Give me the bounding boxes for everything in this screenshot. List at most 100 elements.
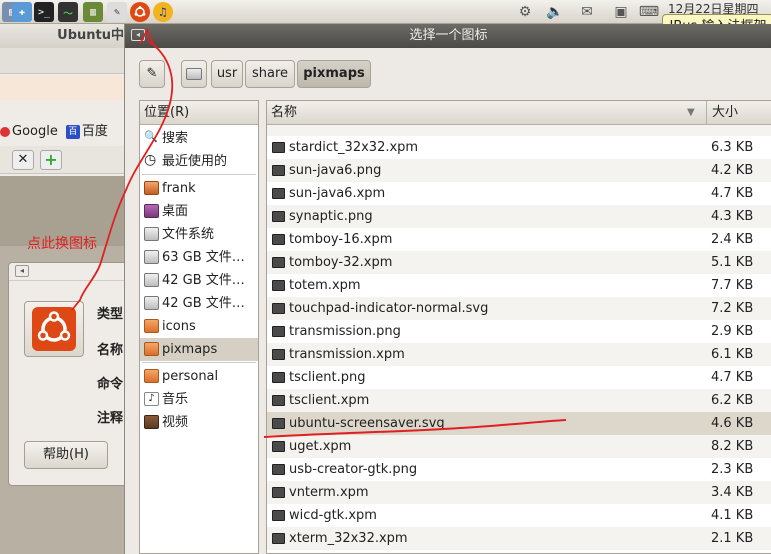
image-file-icon [272,441,285,452]
add-tab-icon[interactable]: + [40,150,62,170]
path-root-button[interactable] [181,60,207,88]
image-file-icon [272,188,285,199]
path-usr-button[interactable]: usr [211,60,243,88]
file-size: 2.1 KB [711,531,754,546]
bookmarks-bar: Google 百百度 [0,120,126,142]
place-item-label: 42 GB 文件… [162,273,245,288]
file-size: 7.7 KB [711,278,754,293]
places-header[interactable]: 位置(R) [140,101,258,125]
place-item[interactable]: 42 GB 文件… [140,269,258,292]
window-menu-icon[interactable]: ◂ [131,29,145,41]
place-item[interactable]: frank [140,177,258,200]
network-icon[interactable]: ✚ [12,2,32,22]
place-item[interactable]: ◷ 最近使用的 [140,150,258,173]
comment-label: 注释 [97,411,124,426]
drive-icon [144,273,159,287]
file-row[interactable]: tomboy-32.xpm 5.1 KB [267,251,771,274]
window-menu-icon[interactable]: ◂ [15,265,29,277]
path-share-button[interactable]: share [245,60,295,88]
place-item[interactable]: 桌面 [140,200,258,223]
image-file-icon [272,487,285,498]
text-editor-icon[interactable]: ▥ [83,2,103,22]
place-item-label: icons [162,319,196,334]
place-item[interactable]: 63 GB 文件… [140,246,258,269]
file-row[interactable]: ubuntu-screensaver.svg 4.6 KB [267,412,771,435]
place-item[interactable]: pixmaps [140,338,258,361]
volume-icon[interactable]: 🔈 [546,3,564,21]
terminal-icon[interactable]: >_ [34,2,54,22]
drive-icon [144,296,159,310]
file-size: 8.2 KB [711,439,754,454]
top-panel: ▤ ✚ >_ 〜 ▥ ✎ ♫ ⚙ 🔈 ✉ ▣ ⌨ 12月22日星期四 IBus … [0,0,771,40]
harddisk-icon [186,68,202,80]
system-monitor-icon[interactable]: 〜 [58,2,78,22]
bookmark-google[interactable]: Google [12,124,58,139]
file-size: 4.3 KB [711,209,754,224]
folder-icon [144,369,159,383]
bookmark-baidu[interactable]: 百度 [82,124,108,139]
file-row[interactable]: tsclient.png 4.7 KB [267,366,771,389]
place-item[interactable]: icons [140,315,258,338]
file-name: synaptic.png [289,209,373,224]
image-file-icon [272,257,285,268]
place-item[interactable]: 视频 [140,411,258,434]
network-status-icon[interactable]: ▣ [612,3,630,21]
file-row[interactable]: sun-java6.png 4.2 KB [267,159,771,182]
launcher-icon-button[interactable] [24,301,84,357]
file-row[interactable]: xterm_32x32.xpm 2.1 KB [267,527,771,550]
place-item-label: pixmaps [162,342,218,357]
places-separator [142,362,256,363]
file-row[interactable]: touchpad-indicator-normal.svg 7.2 KB [267,297,771,320]
place-item-label: 桌面 [162,204,189,219]
image-file-icon [272,464,285,475]
file-row[interactable]: synaptic.png 4.3 KB [267,205,771,228]
launcher-titlebar: ◂ [9,263,137,281]
file-name: uget.xpm [289,439,352,454]
place-item[interactable]: personal [140,365,258,388]
place-item[interactable]: 42 GB 文件… [140,292,258,315]
file-row[interactable]: transmission.png 2.9 KB [267,320,771,343]
keyboard-icon[interactable]: ⌨ [639,3,659,21]
file-row[interactable]: uget.xpm 8.2 KB [267,435,771,458]
file-name: sun-java6.png [289,163,382,178]
editor-icon[interactable]: ✎ [107,2,127,22]
place-item[interactable]: 🔍 搜索 [140,127,258,150]
help-button[interactable]: 帮助(H) [24,441,108,469]
file-row[interactable]: stardict_32x32.xpm 6.3 KB [267,136,771,159]
file-row[interactable]: transmission.xpm 6.1 KB [267,343,771,366]
place-item[interactable]: ♪ 音乐 [140,388,258,411]
image-file-icon [272,372,285,383]
ubuntu-logo-icon[interactable] [130,2,150,22]
image-file-icon [272,510,285,521]
file-row[interactable]: vnterm.xpm 3.4 KB [267,481,771,504]
file-row[interactable]: totem.xpm 7.7 KB [267,274,771,297]
file-row[interactable]: tomboy-16.xpm 2.4 KB [267,228,771,251]
place-item-label: 63 GB 文件… [162,250,245,265]
file-name: touchpad-indicator-normal.svg [289,301,489,316]
column-header-name[interactable]: 名称 [267,101,707,125]
accessibility-icon[interactable]: ⚙ [516,3,534,21]
place-item-label: 42 GB 文件… [162,296,245,311]
background-banner [0,76,126,100]
file-row[interactable]: tsclient.xpm 6.2 KB [267,389,771,412]
close-tab-icon[interactable]: ✕ [12,150,34,170]
name-label: 名称 [97,343,124,358]
file-name: tsclient.xpm [289,393,370,408]
place-item[interactable]: 文件系统 [140,223,258,246]
file-row[interactable]: wicd-gtk.xpm 4.1 KB [267,504,771,527]
path-pixmaps-button[interactable]: pixmaps [297,60,371,88]
file-name: tsclient.png [289,370,366,385]
place-item-label: 视频 [162,415,189,430]
file-row[interactable]: usb-creator-gtk.png 2.3 KB [267,458,771,481]
file-row[interactable]: sun-java6.xpm 4.7 KB [267,182,771,205]
home-folder-icon [144,181,159,195]
file-size: 6.3 KB [711,140,754,155]
edit-location-button[interactable]: ✎ [139,60,165,88]
file-name: tomboy-32.xpm [289,255,393,270]
column-header-size[interactable]: 大小 [708,101,771,125]
place-item-label: 文件系统 [162,227,215,242]
image-file-icon [272,349,285,360]
audacity-icon[interactable]: ♫ [153,2,173,22]
image-file-icon [272,211,285,222]
mail-icon[interactable]: ✉ [578,3,596,21]
